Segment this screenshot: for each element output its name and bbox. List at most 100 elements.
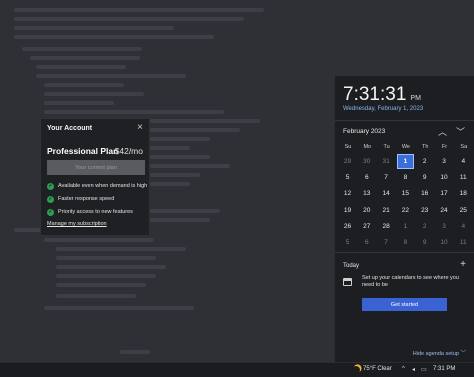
- calendar-day[interactable]: 2: [416, 154, 433, 169]
- calendar-day[interactable]: 30: [358, 154, 375, 169]
- background-text-line: [150, 173, 200, 177]
- calendar-day[interactable]: 3: [436, 219, 453, 234]
- background-text-line: [14, 8, 264, 12]
- feature-label: Available even when demand is high: [58, 183, 148, 189]
- agenda-setup-text: Set up your calendars to see where you n…: [362, 275, 459, 288]
- calendar-day[interactable]: 17: [436, 186, 453, 201]
- background-text-line: [150, 218, 210, 222]
- weather-label[interactable]: 75°F Clear: [363, 366, 392, 372]
- background-text-line: [56, 294, 136, 298]
- calendar-day[interactable]: 31: [378, 154, 395, 169]
- feature-label: Priority access to new features: [58, 209, 133, 215]
- background-text-line: [150, 182, 190, 186]
- check-icon: ✓: [47, 208, 54, 216]
- calendar-day[interactable]: 14: [378, 186, 395, 201]
- network-icon[interactable]: ▭: [421, 366, 427, 373]
- calendar-day[interactable]: 7: [378, 235, 395, 250]
- calendar-day[interactable]: 4: [455, 219, 472, 234]
- background-text-line: [30, 56, 140, 60]
- taskbar-clock[interactable]: 7:31 PM: [433, 366, 455, 372]
- background-text-line: [150, 119, 260, 123]
- calendar-day[interactable]: 5: [339, 170, 356, 185]
- calendar-day[interactable]: 11: [455, 170, 472, 185]
- weekday-header: Su: [344, 144, 352, 150]
- current-plan-button[interactable]: Your current plan: [47, 160, 145, 175]
- background-text-line: [56, 274, 156, 278]
- calendar-day[interactable]: 28: [378, 219, 395, 234]
- background-text-line: [14, 17, 244, 21]
- month-label[interactable]: February 2023: [343, 128, 385, 135]
- chevron-down-icon[interactable]: ﹀: [456, 125, 465, 138]
- calendar-day[interactable]: 19: [339, 203, 356, 218]
- background-text-line: [120, 350, 150, 354]
- background-text-line: [150, 128, 240, 132]
- feature-item: ✓ Priority access to new features: [47, 208, 133, 216]
- calendar-day[interactable]: 21: [378, 203, 395, 218]
- weekday-header: Mo: [363, 144, 372, 150]
- clock: 7:31:31 PM: [343, 84, 421, 106]
- calendar-day[interactable]: 10: [436, 235, 453, 250]
- calendar-day[interactable]: 6: [358, 170, 375, 185]
- calendar-day[interactable]: 12: [339, 186, 356, 201]
- clock-ampm: PM: [410, 95, 421, 102]
- calendar-day[interactable]: 23: [416, 203, 433, 218]
- plan-name: Professional Plan: [47, 146, 119, 156]
- calendar-day[interactable]: 11: [455, 235, 472, 250]
- manage-subscription-link[interactable]: Manage my subscription: [47, 221, 107, 227]
- chevron-up-icon[interactable]: ︿: [438, 125, 447, 138]
- calendar-icon: [343, 278, 352, 286]
- calendar-day[interactable]: 2: [416, 219, 433, 234]
- calendar-day[interactable]: 27: [358, 219, 375, 234]
- background-text-line: [150, 164, 230, 168]
- feature-label: Faster response speed: [58, 196, 115, 202]
- agenda-today-label: Today: [343, 263, 360, 269]
- background-text-line: [56, 256, 156, 260]
- calendar-day[interactable]: 13: [358, 186, 375, 201]
- plan-price: $42/mo: [114, 146, 143, 156]
- background-text-line: [14, 35, 214, 39]
- calendar-day[interactable]: 29: [339, 154, 356, 169]
- background-text-line: [36, 74, 186, 78]
- calendar-day[interactable]: 1: [396, 154, 414, 169]
- calendar-day[interactable]: 9: [416, 170, 433, 185]
- calendar-day[interactable]: 15: [397, 186, 414, 201]
- calendar-day[interactable]: 25: [455, 203, 472, 218]
- calendar-day[interactable]: 8: [397, 170, 414, 185]
- calendar-day[interactable]: 8: [397, 235, 414, 250]
- check-icon: ✓: [47, 195, 54, 203]
- calendar-day[interactable]: 5: [339, 235, 356, 250]
- calendar-day[interactable]: 26: [339, 219, 356, 234]
- volume-icon[interactable]: ◂: [412, 366, 415, 373]
- calendar-day[interactable]: 20: [358, 203, 375, 218]
- tray-overflow-icon[interactable]: ^: [402, 366, 405, 372]
- background-text-line: [44, 306, 194, 310]
- weather-moon-icon[interactable]: [351, 365, 361, 375]
- hide-agenda-link[interactable]: Hide agenda setup ﹀: [413, 349, 466, 357]
- background-text-line: [44, 238, 154, 242]
- calendar-day[interactable]: 7: [378, 170, 395, 185]
- calendar-day[interactable]: 24: [436, 203, 453, 218]
- calendar-day[interactable]: 16: [416, 186, 433, 201]
- calendar-day[interactable]: 6: [358, 235, 375, 250]
- calendar-day[interactable]: 10: [436, 170, 453, 185]
- calendar-day[interactable]: 1: [397, 219, 414, 234]
- calendar-day[interactable]: 22: [397, 203, 414, 218]
- get-started-button[interactable]: Get started: [362, 298, 447, 311]
- weekday-header: Tu: [383, 144, 390, 150]
- taskbar: 75°F Clear ^ ◂ ▭ 7:31 PM: [0, 362, 474, 377]
- calendar-day[interactable]: 18: [455, 186, 472, 201]
- full-date-link[interactable]: Wednesday, February 1, 2023: [343, 106, 423, 112]
- calendar-day[interactable]: 9: [416, 235, 433, 250]
- weekday-header: Th: [421, 144, 429, 150]
- calendar-day[interactable]: 4: [455, 154, 472, 169]
- close-icon[interactable]: ×: [137, 122, 143, 133]
- background-text-line: [150, 155, 210, 159]
- weekday-header: Fr: [441, 144, 448, 150]
- background-text-line: [150, 146, 190, 150]
- divider: [335, 120, 474, 121]
- background-text-line: [44, 101, 114, 105]
- calendar-day[interactable]: 3: [436, 154, 453, 169]
- background-text-line: [56, 283, 146, 287]
- check-icon: ✓: [47, 182, 54, 190]
- add-event-icon[interactable]: +: [460, 259, 466, 270]
